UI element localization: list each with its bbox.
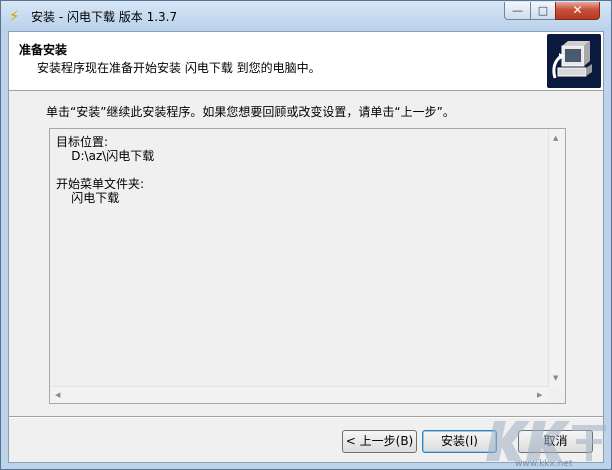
scrollbar-corner xyxy=(549,387,565,403)
title-bar[interactable]: ⚡ 安装 - 闪电下载 版本 1.3.7 — □ ✕ xyxy=(1,1,611,31)
minimize-button[interactable]: — xyxy=(504,2,531,20)
horizontal-scrollbar[interactable]: ◀ ▶ xyxy=(50,386,549,403)
scroll-up-arrow-icon[interactable]: ▲ xyxy=(553,134,558,142)
back-button[interactable]: < 上一步(B) xyxy=(342,430,417,453)
installer-computer-icon xyxy=(547,34,601,88)
page-subtitle: 安装程序现在准备开始安装 闪电下载 到您的电脑中。 xyxy=(37,61,321,75)
scroll-right-arrow-icon[interactable]: ▶ xyxy=(537,391,542,399)
memo-line-target-path: D:\az\闪电下载 xyxy=(56,149,155,163)
maximize-button[interactable]: □ xyxy=(530,2,556,20)
scroll-left-arrow-icon[interactable]: ◀ xyxy=(55,391,60,399)
wizard-client-area: 准备安装 安装程序现在准备开始安装 闪电下载 到您的电脑中。 单击“安装”继续此… xyxy=(8,31,604,463)
lightning-app-icon: ⚡ xyxy=(9,7,20,25)
install-summary-memo[interactable]: 目标位置: D:\az\闪电下载 开始菜单文件夹: 闪电下载 ▲ ▼ ◀ ▶ xyxy=(49,128,566,404)
page-title: 准备安装 xyxy=(19,43,68,57)
watermark-url: www.kkx.net xyxy=(515,459,573,469)
wizard-header: 准备安装 安装程序现在准备开始安装 闪电下载 到您的电脑中。 xyxy=(9,32,603,91)
window-title: 安装 - 闪电下载 版本 1.3.7 xyxy=(31,10,178,24)
scroll-down-arrow-icon[interactable]: ▼ xyxy=(553,374,558,382)
install-instruction: 单击“安装”继续此安装程序。如果您想要回顾或改变设置，请单击“上一步”。 xyxy=(46,105,455,119)
vertical-scrollbar[interactable]: ▲ ▼ xyxy=(548,129,565,387)
close-button[interactable]: ✕ xyxy=(555,2,600,20)
memo-line-startmenu-folder: 闪电下载 xyxy=(56,191,120,205)
installer-window: ⚡ 安装 - 闪电下载 版本 1.3.7 — □ ✕ 准备安装 安装程序现在准备… xyxy=(0,0,612,470)
